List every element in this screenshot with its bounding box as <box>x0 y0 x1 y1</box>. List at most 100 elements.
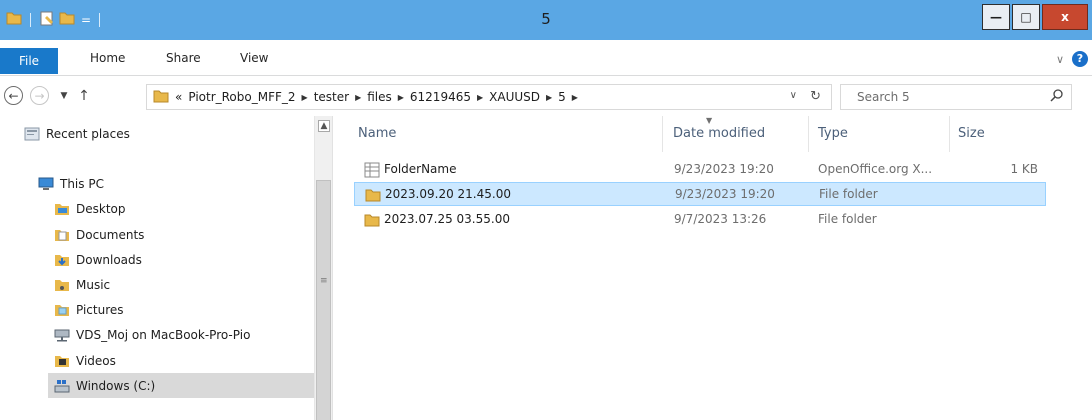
videos-folder-icon <box>54 353 70 369</box>
file-name: 2023.09.20 21.45.00 <box>385 187 511 201</box>
nav-item-music[interactable]: Music <box>54 272 110 297</box>
scrollbar-thumb[interactable] <box>316 180 331 420</box>
address-dropdown-icon[interactable]: ∨ <box>790 90 797 101</box>
nav-item-label: Videos <box>76 353 116 368</box>
folder-icon <box>365 187 381 203</box>
this-pc-icon <box>38 176 54 192</box>
folder-icon <box>153 88 169 107</box>
file-list: Name ▼ Date modified Type Size FolderNam… <box>334 116 1092 420</box>
tab-share[interactable]: Share <box>166 51 201 65</box>
drive-icon <box>54 378 70 394</box>
navigation-scrollbar[interactable]: ▲ ≡ <box>314 116 332 420</box>
file-name: FolderName <box>384 162 457 176</box>
window-title: 5 <box>541 10 551 28</box>
documents-folder-icon <box>54 227 70 243</box>
column-header-type[interactable]: Type <box>818 116 950 152</box>
navigation-bar: ← → ▼ ↑ « Piotr_Robo_MFF_2 ▶ tester ▶ fi… <box>0 76 1092 116</box>
spreadsheet-file-icon <box>364 162 380 178</box>
up-button[interactable]: ↑ <box>74 86 94 106</box>
breadcrumb-item[interactable]: XAUUSD <box>489 90 540 104</box>
breadcrumb: « Piotr_Robo_MFF_2 ▶ tester ▶ files ▶ 61… <box>175 90 578 104</box>
nav-item-downloads[interactable]: Downloads <box>54 247 142 272</box>
nav-item-documents[interactable]: Documents <box>54 222 144 247</box>
file-type: File folder <box>819 187 878 201</box>
window-controls: — □ x <box>982 4 1088 30</box>
downloads-folder-icon <box>54 252 70 268</box>
ribbon-help: ∨ ? <box>1056 51 1088 67</box>
breadcrumb-arrow-icon[interactable]: ▶ <box>398 93 404 102</box>
file-row-foldername[interactable]: FolderName 9/23/2023 19:20 OpenOffice.or… <box>354 158 1046 182</box>
chevron-down-icon: ▼ <box>60 91 68 101</box>
file-date: 9/23/2023 19:20 <box>674 162 774 176</box>
nav-item-windows-c[interactable]: Windows (C:) <box>48 373 314 398</box>
nav-item-label: Documents <box>76 227 145 242</box>
file-type: File folder <box>818 212 877 226</box>
navigation-pane: Recent places This PC Desktop Documents … <box>0 116 333 420</box>
folder-icon <box>364 212 380 228</box>
nav-item-label: Pictures <box>76 302 124 317</box>
maximize-button[interactable]: □ <box>1012 4 1040 30</box>
nav-item-label: VDS_Moj on MacBook-Pro-Pio <box>76 327 251 342</box>
back-arrow-icon: ← <box>8 88 19 103</box>
address-bar[interactable]: « Piotr_Robo_MFF_2 ▶ tester ▶ files ▶ 61… <box>146 84 832 110</box>
desktop-folder-icon <box>54 201 70 217</box>
file-row-2023-09-20[interactable]: 2023.09.20 21.45.00 9/23/2023 19:20 File… <box>354 182 1046 206</box>
file-type: OpenOffice.org X... <box>818 162 933 176</box>
file-row-2023-07-25[interactable]: 2023.07.25 03.55.00 9/7/2023 13:26 File … <box>354 208 1046 232</box>
nav-item-vds-moj[interactable]: VDS_Moj on MacBook-Pro-Pio <box>54 322 250 347</box>
title-bar: = 5 — □ x <box>0 0 1092 40</box>
breadcrumb-arrow-icon[interactable]: ▶ <box>302 93 308 102</box>
ribbon-tabs: File Home Share View ∨ ? <box>0 40 1092 76</box>
column-header-name[interactable]: Name <box>358 116 663 152</box>
help-icon[interactable]: ? <box>1072 51 1088 67</box>
tab-file[interactable]: File <box>0 48 58 74</box>
breadcrumb-item[interactable]: 61219465 <box>410 90 471 104</box>
music-folder-icon <box>54 277 70 293</box>
breadcrumb-item[interactable]: files <box>367 90 392 104</box>
column-header-date[interactable]: Date modified <box>673 116 809 152</box>
nav-item-label: Desktop <box>76 201 126 216</box>
nav-item-recent-places[interactable]: Recent places <box>24 121 130 146</box>
file-name: 2023.07.25 03.55.00 <box>384 212 510 226</box>
tab-view[interactable]: View <box>240 51 268 65</box>
nav-item-this-pc[interactable]: This PC <box>38 171 104 196</box>
column-header-size[interactable]: Size <box>958 116 1046 152</box>
search-placeholder: Search 5 <box>857 90 910 104</box>
back-button[interactable]: ← <box>4 86 23 105</box>
search-icon[interactable] <box>1049 88 1065 104</box>
breadcrumb-arrow-icon[interactable]: ▶ <box>572 93 578 102</box>
nav-item-label: Recent places <box>46 126 130 141</box>
breadcrumb-item[interactable]: Piotr_Robo_MFF_2 <box>188 90 295 104</box>
nav-item-pictures[interactable]: Pictures <box>54 297 124 322</box>
nav-item-desktop[interactable]: Desktop <box>54 196 126 221</box>
scroll-up-icon[interactable]: ▲ <box>318 120 330 132</box>
tab-home[interactable]: Home <box>90 51 125 65</box>
pictures-folder-icon <box>54 302 70 318</box>
nav-item-videos[interactable]: Videos <box>54 348 116 373</box>
close-button[interactable]: x <box>1042 4 1088 30</box>
recent-locations-button[interactable]: ▼ <box>54 86 74 106</box>
refresh-icon[interactable]: ↻ <box>810 89 821 104</box>
grip-icon: ≡ <box>320 276 328 286</box>
recent-places-icon <box>24 126 40 142</box>
breadcrumb-overflow[interactable]: « <box>175 90 182 104</box>
breadcrumb-item[interactable]: 5 <box>558 90 566 104</box>
file-date: 9/7/2023 13:26 <box>674 212 767 226</box>
expand-ribbon-icon[interactable]: ∨ <box>1056 53 1064 66</box>
breadcrumb-item[interactable]: tester <box>314 90 349 104</box>
forward-button[interactable]: → <box>30 86 49 105</box>
minimize-button[interactable]: — <box>982 4 1010 30</box>
nav-item-label: This PC <box>60 176 104 191</box>
up-arrow-icon: ↑ <box>78 88 90 104</box>
breadcrumb-arrow-icon[interactable]: ▶ <box>355 93 361 102</box>
breadcrumb-arrow-icon[interactable]: ▶ <box>546 93 552 102</box>
nav-item-label: Windows (C:) <box>76 378 156 393</box>
nav-item-label: Music <box>76 277 111 292</box>
file-date: 9/23/2023 19:20 <box>675 187 775 201</box>
search-input[interactable]: Search 5 <box>840 84 1072 110</box>
file-size: 1 KB <box>1010 162 1038 176</box>
forward-arrow-icon: → <box>34 88 45 103</box>
nav-item-label: Downloads <box>76 252 142 267</box>
breadcrumb-arrow-icon[interactable]: ▶ <box>477 93 483 102</box>
network-drive-icon <box>54 327 70 343</box>
